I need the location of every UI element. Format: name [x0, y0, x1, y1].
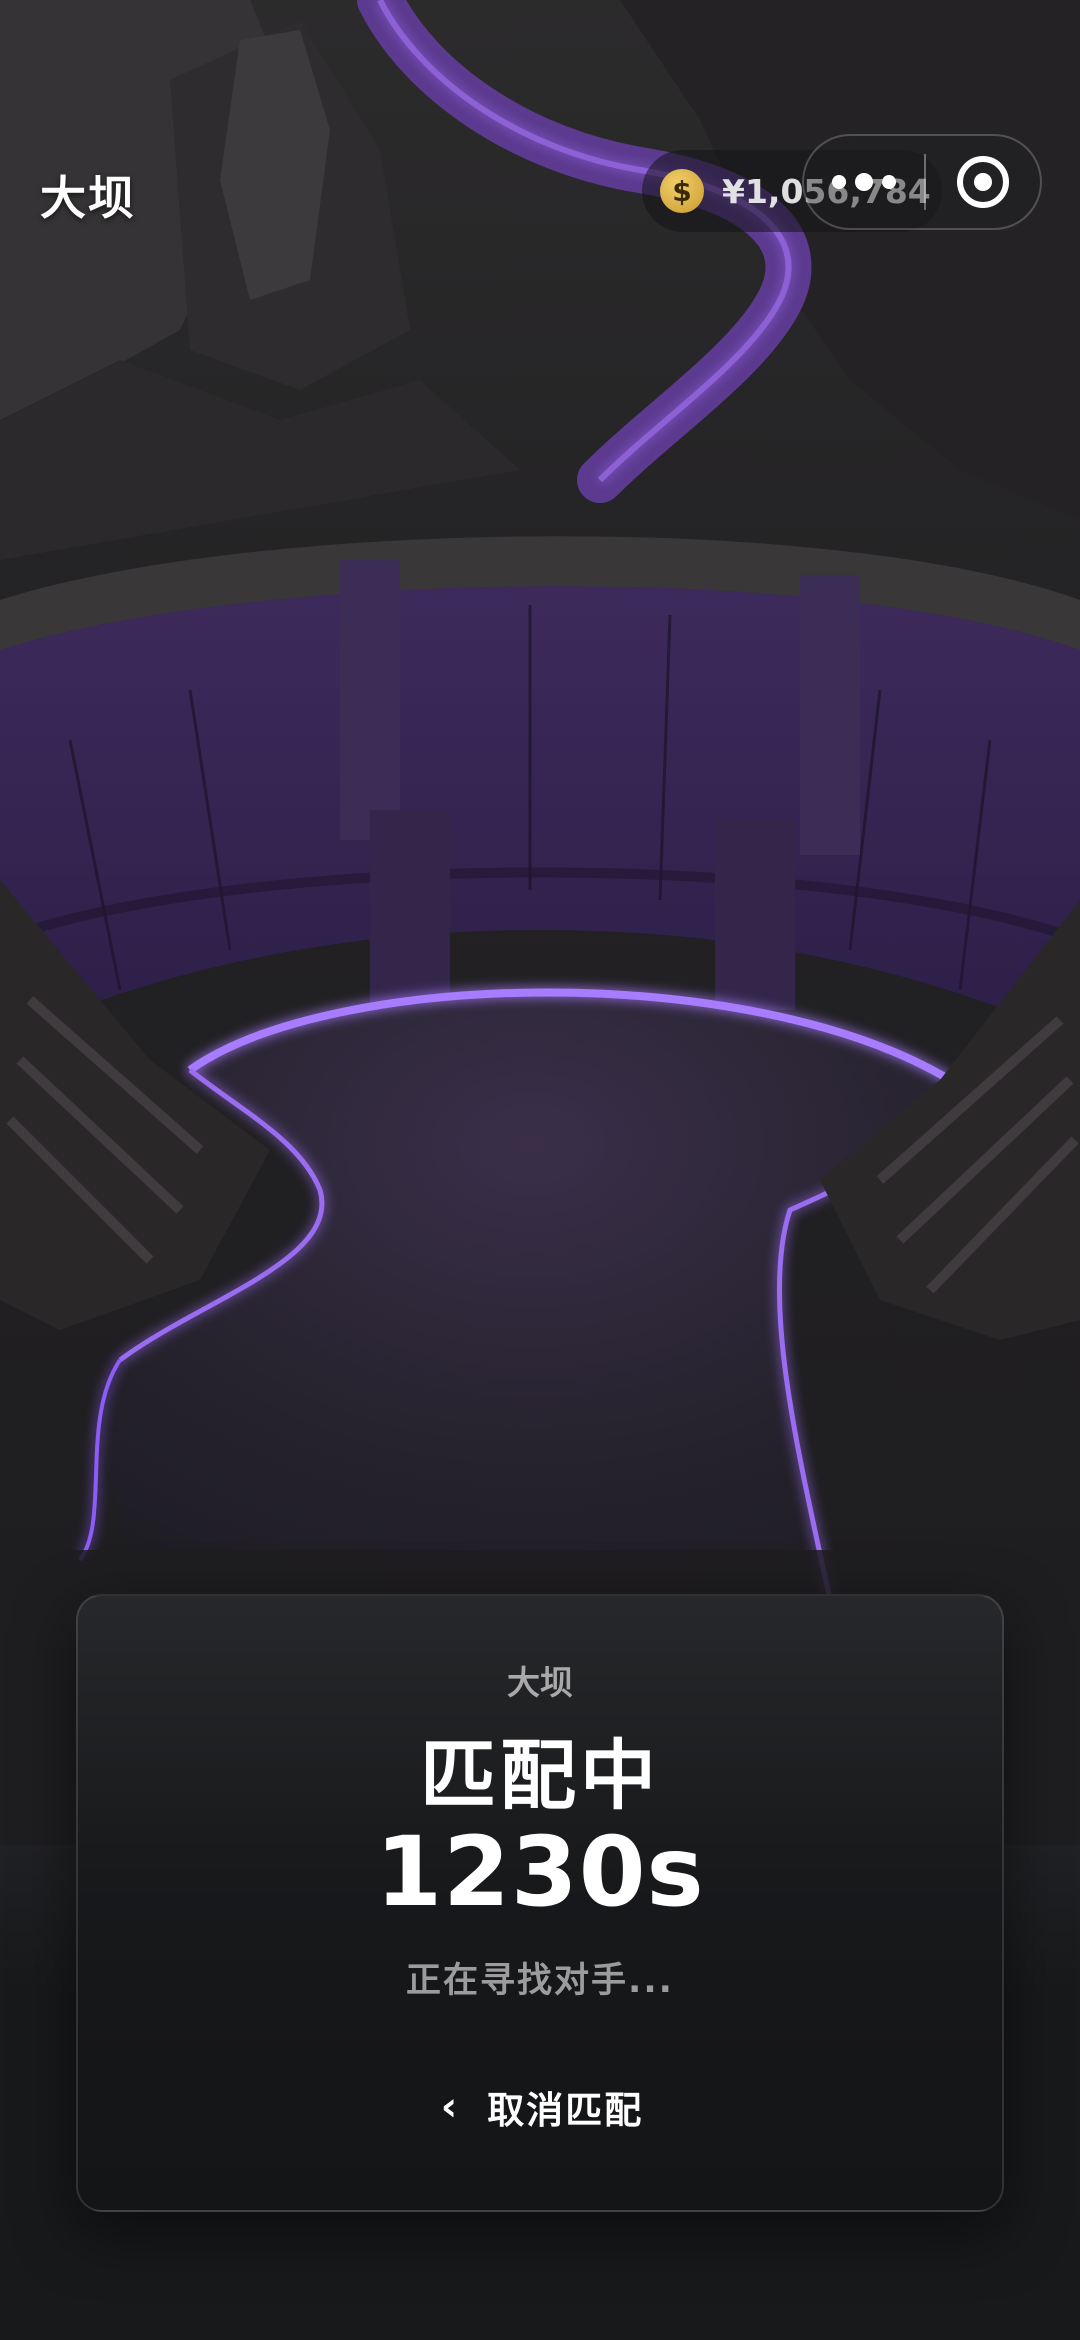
cancel-match-label: 取消匹配	[487, 2089, 644, 2132]
matching-timer: 1230s	[375, 1816, 705, 1928]
close-button[interactable]	[926, 136, 1040, 228]
cancel-match-button[interactable]: ‹ 取消匹配	[352, 2062, 732, 2152]
dollar-coin-icon: $	[660, 169, 704, 213]
mini-program-capsule	[802, 134, 1042, 230]
matchmaking-card: 大坝 匹配中 1230s 正在寻找对手... ‹ 取消匹配	[76, 1594, 1004, 2212]
matching-status: 匹配中	[420, 1731, 660, 1820]
more-button[interactable]	[804, 136, 924, 228]
chevron-left-icon: ‹	[440, 2084, 458, 2130]
card-map-name: 大坝	[507, 1663, 573, 1702]
more-dots-icon	[882, 175, 896, 189]
searching-hint: 正在寻找对手...	[406, 1961, 674, 2001]
map-title: 大坝	[40, 171, 136, 225]
matchmaking-screen: 大坝 $ ¥1,056,784 大坝 匹配中 1230s 正在寻找对手... ‹…	[0, 0, 1080, 2340]
dam-map-illustration	[0, 0, 1080, 1850]
more-dots-icon	[832, 175, 846, 189]
more-dots-icon	[855, 173, 873, 191]
target-close-icon	[957, 156, 1009, 208]
